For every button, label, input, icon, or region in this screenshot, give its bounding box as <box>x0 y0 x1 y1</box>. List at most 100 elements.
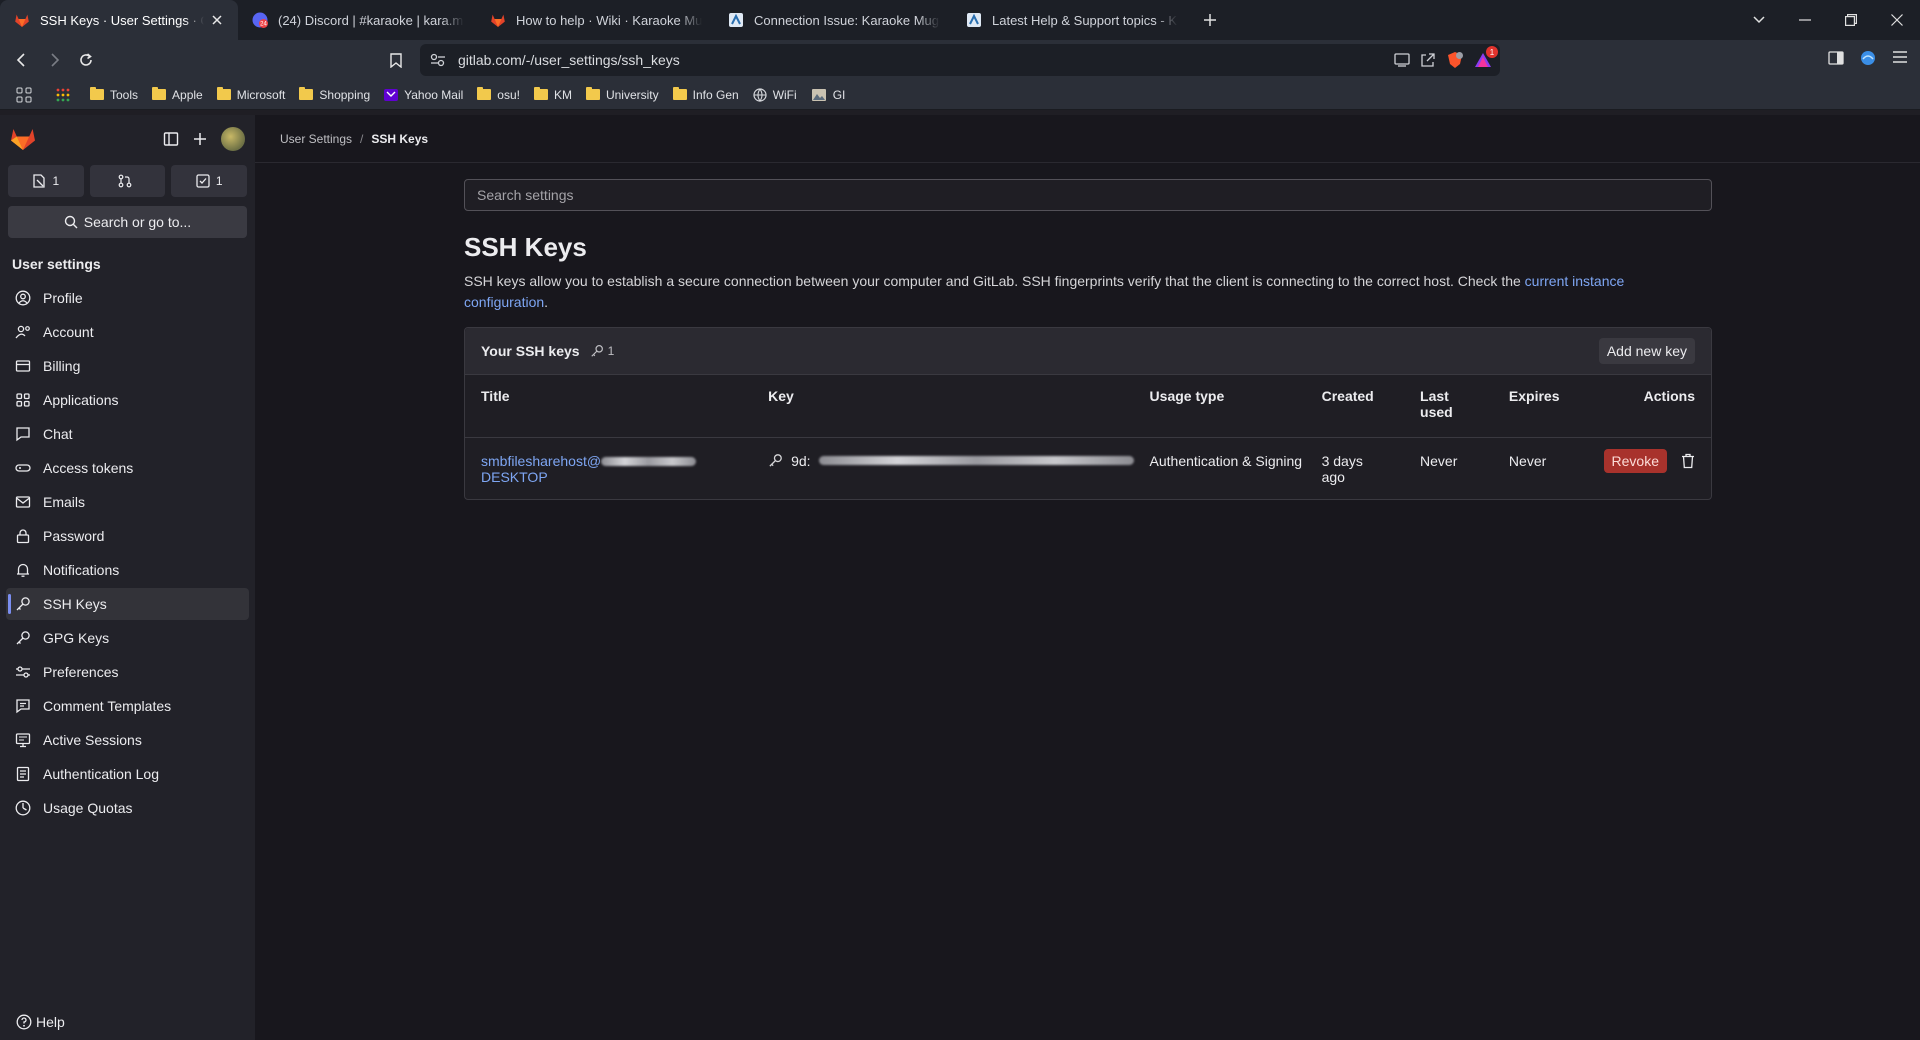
avatar[interactable] <box>221 127 245 151</box>
back-button[interactable] <box>6 44 38 76</box>
forward-button[interactable] <box>38 44 70 76</box>
tab-search-button[interactable] <box>1736 0 1782 40</box>
sidebar-toggle-icon[interactable] <box>1828 50 1844 66</box>
bookmark-microsoft[interactable]: Microsoft <box>216 87 286 102</box>
sidebar-item-applications[interactable]: Applications <box>6 384 249 416</box>
breadcrumb-user-settings[interactable]: User Settings <box>280 132 352 146</box>
usage-type-cell: Authentication & Signing <box>1149 452 1303 469</box>
bookmark-university[interactable]: University <box>585 87 659 102</box>
sidebar-item-access-tokens[interactable]: Access tokens <box>6 452 249 484</box>
ssh-keys-card: Your SSH keys 1 Add new key Title Key Us… <box>464 327 1712 500</box>
key-title-link[interactable]: smbfilesharehost@ DESKTOP <box>481 453 697 485</box>
tab-connection-issue[interactable]: Connection Issue: Karaoke Mugen P <box>714 0 952 40</box>
bookmark-google-apps[interactable] <box>56 88 76 102</box>
tab-discord[interactable]: 24 (24) Discord | #karaoke | kara.moe <box>238 0 476 40</box>
bookmark-info-gen[interactable]: Info Gen <box>672 87 739 102</box>
toggle-sidebar-icon[interactable] <box>163 131 179 147</box>
close-window-button[interactable] <box>1874 0 1920 40</box>
table-header-row: Title Key Usage type Created Last used E… <box>465 375 1711 438</box>
tab-karaoke-wiki[interactable]: How to help · Wiki · Karaoke Mugen <box>476 0 714 40</box>
share-icon[interactable] <box>1420 52 1436 68</box>
help-icon <box>16 1014 32 1030</box>
bookmark-label: Microsoft <box>236 87 286 102</box>
gitlab-icon <box>490 12 506 28</box>
preferences-icon <box>15 664 31 680</box>
arrow-right-icon <box>51 53 60 67</box>
merge-requests-counter[interactable] <box>89 165 166 197</box>
reload-icon <box>80 53 92 66</box>
bookmark-gi[interactable]: GI <box>811 88 845 102</box>
karaoke-mugen-icon <box>728 12 744 28</box>
bookmark-label: Yahoo Mail <box>404 87 464 102</box>
tab-title: (24) Discord | #karaoke | kara.moe <box>278 12 464 28</box>
folder-icon <box>477 87 492 100</box>
key-icon <box>15 630 31 646</box>
sidebar-item-password[interactable]: Password <box>6 520 249 552</box>
search-or-go-button[interactable]: Search or go to... <box>8 206 247 238</box>
help-button[interactable]: Help <box>16 1014 65 1030</box>
gitlab-logo-icon[interactable] <box>10 127 36 151</box>
leo-ai-icon[interactable] <box>1860 50 1876 66</box>
sidebar-item-ssh-keys[interactable]: SSH Keys <box>6 588 249 620</box>
page-title: SSH Keys <box>464 232 587 262</box>
bookmark-tools[interactable]: Tools <box>90 87 138 102</box>
bookmark-page-button[interactable] <box>380 44 412 76</box>
description-end: . <box>544 294 549 310</box>
sidebar-counters: 1 1 <box>0 165 255 197</box>
toolbar-right <box>1828 50 1908 66</box>
cast-icon[interactable] <box>1394 53 1410 67</box>
sidebar-item-authentication-log[interactable]: Authentication Log <box>6 758 249 790</box>
todos-counter[interactable]: 1 <box>171 165 248 197</box>
sidebar-item-emails[interactable]: Emails <box>6 486 249 518</box>
sidebar-item-label: Billing <box>43 358 81 374</box>
applications-icon <box>15 392 31 408</box>
new-tab-button[interactable] <box>1194 4 1226 36</box>
reload-button[interactable] <box>70 44 102 76</box>
search-settings-input[interactable] <box>464 179 1712 211</box>
bookmark-shopping[interactable]: Shopping <box>299 87 370 102</box>
bookmark-apple[interactable]: Apple <box>152 87 203 102</box>
menu-icon[interactable] <box>1892 50 1908 66</box>
bookmark-km[interactable]: KM <box>533 87 572 102</box>
column-title: Title <box>465 375 753 438</box>
rewards-badge: 1 <box>1486 46 1498 58</box>
sidebar-item-usage-quotas[interactable]: Usage Quotas <box>6 792 249 824</box>
bookmark-apps[interactable] <box>16 87 38 103</box>
tab-help-support[interactable]: Latest Help & Support topics - Kara <box>952 0 1190 40</box>
sidebar-item-account[interactable]: Account <box>6 316 249 348</box>
column-actions: Actions <box>1587 375 1711 438</box>
discord-icon: 24 <box>252 12 268 28</box>
revoke-button[interactable]: Revoke <box>1603 448 1667 473</box>
restore-button[interactable] <box>1828 0 1874 40</box>
bookmark-wifi[interactable]: WiFi <box>753 88 797 102</box>
bookmark-yahoo-mail[interactable]: Yahoo Mail <box>384 88 463 102</box>
create-new-icon[interactable] <box>193 132 207 146</box>
browser-toolbar: gitlab.com/-/user_settings/ssh_keys 1 <box>0 40 1920 80</box>
delete-key-button[interactable] <box>1681 453 1695 469</box>
sidebar-item-profile[interactable]: Profile <box>6 282 249 314</box>
brave-rewards-icon[interactable]: 1 <box>1474 46 1498 69</box>
breadcrumb-ssh-keys[interactable]: SSH Keys <box>371 132 428 146</box>
sidebar-item-preferences[interactable]: Preferences <box>6 656 249 688</box>
tab-ssh-keys[interactable]: SSH Keys · User Settings · GitLab <box>0 0 238 40</box>
sidebar-item-notifications[interactable]: Notifications <box>6 554 249 586</box>
sidebar-item-chat[interactable]: Chat <box>6 418 249 450</box>
issues-counter[interactable]: 1 <box>8 165 84 197</box>
minimize-button[interactable] <box>1782 0 1828 40</box>
browser-tab-bar: SSH Keys · User Settings · GitLab 24 (24… <box>0 0 1920 40</box>
sidebar-item-billing[interactable]: Billing <box>6 350 249 382</box>
sidebar-item-comment-templates[interactable]: Comment Templates <box>6 690 249 722</box>
sidebar-item-label: Applications <box>43 392 119 408</box>
address-bar[interactable]: gitlab.com/-/user_settings/ssh_keys 1 <box>420 44 1500 76</box>
sidebar-item-gpg-keys[interactable]: GPG Keys <box>6 622 249 654</box>
bookmark-osu[interactable]: osu! <box>477 87 520 102</box>
key-icon <box>769 454 782 467</box>
close-tab-icon[interactable] <box>208 11 226 29</box>
add-new-key-button[interactable]: Add new key <box>1598 338 1695 364</box>
brave-shields-icon[interactable] <box>1446 51 1464 69</box>
sidebar-item-active-sessions[interactable]: Active Sessions <box>6 724 249 756</box>
billing-icon <box>15 358 31 374</box>
monitor-icon <box>15 732 31 748</box>
mail-icon <box>15 494 31 510</box>
sidebar-item-label: Password <box>43 528 105 544</box>
